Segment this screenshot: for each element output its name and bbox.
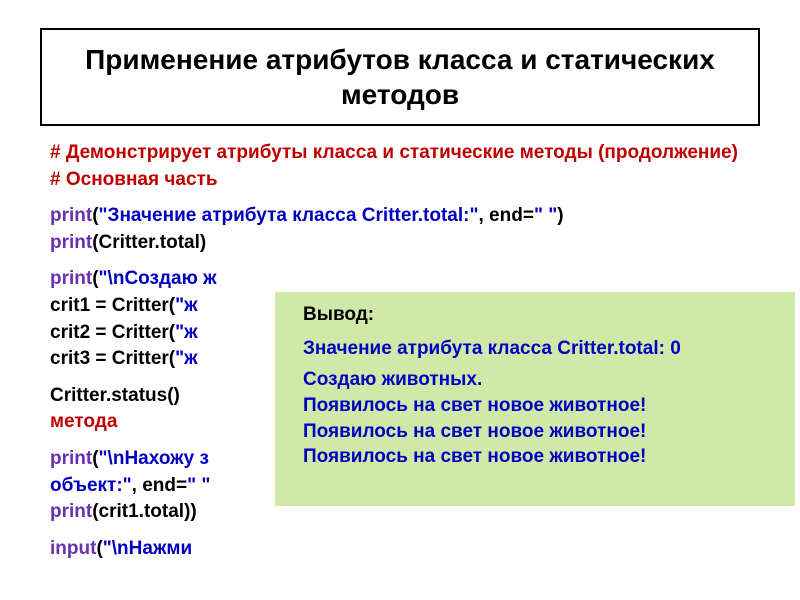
- paren: ): [557, 205, 563, 226]
- code-comment-block: # Демонстрирует атрибуты класса и статич…: [50, 140, 760, 193]
- kw-input: input: [50, 538, 96, 559]
- output-line: Появилось на свет новое животное!: [303, 393, 781, 419]
- string: " ": [187, 475, 210, 496]
- comment-line-2: # Основная часть: [50, 167, 760, 194]
- string: "ж: [175, 322, 197, 343]
- string: "ж: [175, 295, 197, 316]
- output-panel: Вывод: Значение атрибута класса Critter.…: [275, 292, 795, 506]
- end-kw: , end=: [132, 475, 187, 496]
- title-container: Применение атрибутов класса и статически…: [40, 28, 760, 126]
- code-rest: (Critter.total): [92, 232, 206, 253]
- output-label: Вывод:: [303, 302, 781, 328]
- code-text: crit3 = Critter(: [50, 348, 175, 369]
- comment-line-1: # Демонстрирует атрибуты класса и статич…: [50, 140, 760, 167]
- output-line: Появилось на свет новое животное!: [303, 444, 781, 470]
- string: "\nСоздаю ж: [99, 268, 217, 289]
- kw-print: print: [50, 232, 92, 253]
- code-rest: (crit1.total)): [92, 501, 197, 522]
- string: "\nНахожу з: [99, 448, 209, 469]
- code-block-input: input("\nНажми: [50, 536, 760, 563]
- string: "Значение атрибута класса Critter.total:…: [99, 205, 479, 226]
- string: "ж: [175, 348, 197, 369]
- end-kw: , end=: [479, 205, 534, 226]
- kw-print: print: [50, 448, 92, 469]
- kw-print: print: [50, 501, 92, 522]
- string: объект:": [50, 475, 132, 496]
- output-line: Значение атрибута класса Critter.total: …: [303, 336, 781, 362]
- output-line: Создаю животных.: [303, 367, 781, 393]
- string: "\nНажми: [103, 538, 192, 559]
- string: " ": [534, 205, 557, 226]
- kw-print: print: [50, 205, 92, 226]
- kw-print: print: [50, 268, 92, 289]
- code-block-print1: print("Значение атрибута класса Critter.…: [50, 203, 760, 256]
- code-text: crit1 = Critter(: [50, 295, 175, 316]
- code-text: crit2 = Critter(: [50, 322, 175, 343]
- output-line: Появилось на свет новое животное!: [303, 419, 781, 445]
- slide-title: Применение атрибутов класса и статически…: [62, 42, 738, 112]
